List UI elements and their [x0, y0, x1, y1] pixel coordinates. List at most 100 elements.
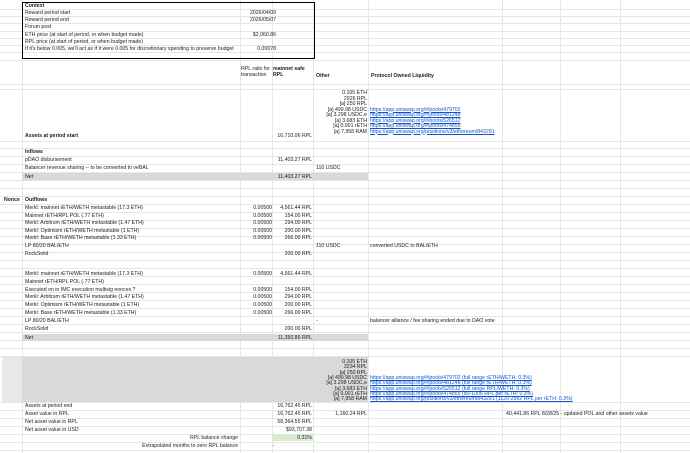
end-link[interactable]: https://app.uniswap.org/positions/v3/eth… [370, 396, 572, 402]
outflow-label: Mainnet rETH/RPL POL (.77 ETH) [25, 212, 104, 219]
grid-row-line [0, 450, 690, 451]
grid-row-line [0, 156, 690, 157]
outflow-note: converted USDC to BAL/ETH [370, 243, 438, 249]
grid-col-line [620, 0, 621, 453]
summary-label: Net asset value in RPL [25, 419, 78, 425]
inflow-other: 110 USDC [316, 165, 341, 171]
start-other-item: [a] 7,958 RAM [333, 128, 367, 135]
balance-change-value: 0.31% [297, 435, 312, 441]
outflow-ratio: 0.00500 [253, 212, 272, 219]
assets-start-rpl: 16,710.06 RPL [277, 133, 312, 139]
outflow-label: Merkl: Base rETH/WETH metastable (1.33 E… [25, 310, 137, 316]
grid-row-line [0, 260, 690, 261]
outflows-net-rpl: 11,350.86 RPL [277, 335, 312, 341]
outflow-ratio: 0.00500 [253, 310, 272, 316]
grid-col-line [368, 0, 369, 453]
outflow-ratio: 0.00500 [253, 227, 272, 234]
outflow-rpl: 200.00 RPL [284, 227, 312, 234]
outflow-label: Mainnet rETH/RPL POL (.77 ETH) [25, 278, 104, 285]
outflow-rpl: 266.00 RPL [284, 235, 312, 242]
nonce-label: Nonce [4, 197, 20, 203]
header-rpl-line2: RPL [273, 72, 284, 79]
grid-row-line [0, 332, 690, 333]
inflow-label: Balancer revenue sharing -- to be conver… [25, 165, 149, 171]
start-link[interactable]: https://app.uniswap.org/positions/v3/eth… [370, 129, 495, 135]
inflows-title: Inflows [25, 149, 43, 155]
outflow-ratio: 0.00500 [253, 220, 272, 227]
context-row-value: $2,060.86 [252, 31, 276, 38]
header-other: Other [316, 73, 330, 79]
header-rpl: mainnet safe RPL [273, 66, 305, 78]
grid-row-line [0, 418, 690, 419]
summary-rpl: $93,707.38 [286, 427, 312, 433]
inflow-rpl: 11,403.27 RPL [277, 157, 312, 163]
summary-other: 1,160.24 RPL [335, 411, 367, 417]
outflow-rpl: 154.00 RPL [284, 286, 312, 293]
outflow-other: - [316, 317, 318, 324]
header-pol: Protocol Owned Liquidity [371, 73, 434, 79]
outflow-label: Merkl: Base rETH/WETH metastable (1.33 E… [25, 235, 137, 242]
header-ratio-line1: RPL ratio for [241, 66, 270, 72]
outflow-rpl: 294.00 RPL [284, 220, 312, 227]
outflow-rpl: 294.00 RPL [284, 294, 312, 301]
outflow-label: Executed on in IMC execution multisig no… [25, 286, 136, 293]
grid-row-line [0, 84, 690, 85]
outflow-ratio: 0.00500 [253, 271, 272, 277]
inflow-label: pDAO disbursement [25, 157, 72, 163]
outflow-rpl: 200.00 RPL [284, 325, 312, 332]
extrapolated-label: Extrapolated months to zero RPL balance [142, 443, 238, 449]
summary-rpl: 16,762.45 RPL [277, 403, 312, 409]
balance-change-label: RPL balance change [190, 435, 238, 441]
grid-row-line [0, 244, 690, 245]
grid-row-line [0, 188, 690, 189]
grid-row-line [0, 268, 690, 269]
outflow-rpl: 266.00 RPL [284, 310, 312, 316]
grid-row-line [0, 60, 690, 61]
outflow-label: Merkl: Optimism rETH/WETH metastable (1 … [25, 302, 140, 309]
outflow-rpl: 4,561.44 RPL [280, 271, 312, 277]
context-row-value: 2026/05/07 [250, 17, 276, 24]
grid-row-line [0, 148, 690, 149]
grid-row-line [0, 141, 690, 142]
outflow-note: balancer alliance / fee sharing ended du… [370, 317, 495, 324]
summary-label: Net asset value in USD [25, 427, 79, 433]
outflow-rpl: 200.00 RPL [284, 302, 312, 309]
outflow-ratio: 0.00500 [253, 205, 272, 211]
outflow-ratio: 0.00500 [253, 286, 272, 293]
context-row-value: 2026/04/09 [250, 10, 276, 16]
context-row-label: ETH price (at start of period, or when b… [25, 31, 144, 38]
header-ratio: RPL ratio for transaction [241, 66, 270, 78]
grid-row-line [0, 252, 690, 253]
outflow-label: LP 80/20 BAL/ETH [25, 243, 69, 249]
context-title: Context [25, 3, 45, 9]
inflows-net-band [22, 173, 368, 180]
summary-rpl: 16,762.45 RPL [277, 411, 312, 417]
outflow-label: Merkl: Arbitrum rETH/WETH metastable (1.… [25, 220, 144, 227]
context-row-label: If it's below 0.005, we'll act as if it … [25, 46, 234, 52]
context-row-value: 0.00078 [257, 46, 276, 52]
header-ratio-line2: transaction [241, 72, 267, 79]
inflows-net-rpl: 11,403.27 RPL [277, 174, 312, 180]
outflow-label: Merkl: Arbitrum rETH/WETH metastable (1.… [25, 294, 144, 301]
grid-row-line [0, 180, 690, 181]
grid-col-line [560, 0, 561, 453]
summary-rpl: 58,364.55 RPL [277, 419, 312, 425]
outflow-rpl: 4,561.44 RPL [280, 205, 312, 211]
outflow-label: RockSolid [25, 250, 49, 257]
grid-row-line [0, 426, 690, 427]
assets-start-label: Assets at period start [25, 133, 79, 139]
grid-row-line [0, 348, 690, 349]
outflow-rpl: 200.00 RPL [284, 250, 312, 257]
outflow-ratio: 0.00500 [253, 294, 272, 301]
context-row-label: Forum post [25, 24, 52, 31]
outflows-net-band [22, 334, 368, 341]
header-rpl-line1: mainnet safe [273, 66, 305, 72]
outflows-net-label: Net [25, 335, 34, 341]
outflow-ratio: 0.00500 [253, 302, 272, 309]
summary-label: Assets at period end [25, 403, 73, 409]
outflow-label: RockSolid [25, 325, 49, 332]
outflow-label: Merkl: Optimism rETH/WETH metastable (1 … [25, 227, 140, 234]
context-row-label: Reward period start [25, 10, 71, 16]
end-other-item: [a] 7,958 RAM [333, 396, 367, 403]
outflow-label: Merkl: mainnet rETH/WETH metastable (17.… [25, 271, 143, 277]
